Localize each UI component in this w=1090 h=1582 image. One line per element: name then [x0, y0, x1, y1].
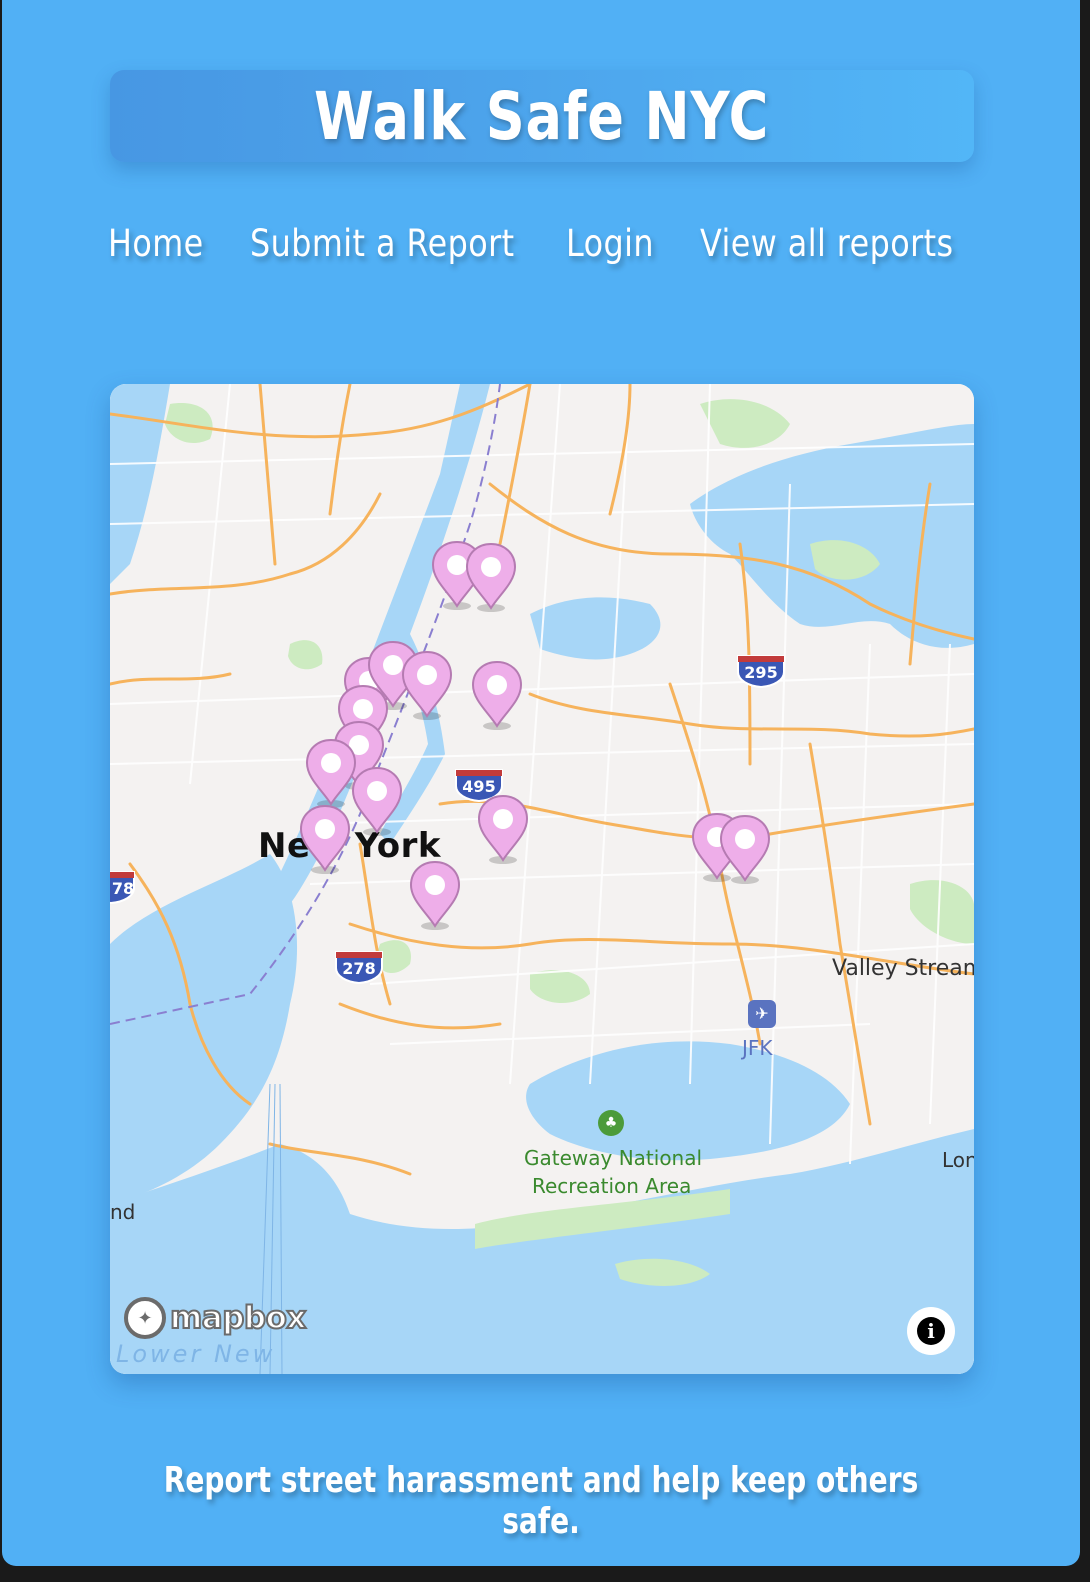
info-icon: i [917, 1317, 945, 1345]
report-marker[interactable] [400, 650, 454, 720]
report-marker[interactable] [408, 860, 462, 930]
interstate-295-shield: 295 [736, 654, 786, 689]
title-banner: Walk Safe NYC [110, 70, 974, 162]
nav-login-link[interactable]: Login [566, 222, 654, 265]
report-marker[interactable] [298, 804, 352, 874]
mapbox-logo-text: mapbox [169, 1299, 307, 1337]
park-icon: ♣ [598, 1110, 624, 1136]
map-label-jfk: JFK [742, 1036, 773, 1060]
report-marker[interactable] [718, 814, 772, 884]
main-nav: Home Submit a Report Login View all repo… [108, 222, 978, 274]
report-marker[interactable] [464, 542, 518, 612]
interstate-278-shield: 278 [334, 950, 384, 985]
tagline: Report street harassment and help keep o… [2, 1460, 1080, 1542]
report-marker[interactable] [470, 660, 524, 730]
basemap[interactable] [110, 384, 974, 1374]
site-title: Walk Safe NYC [314, 77, 770, 155]
map-label-gateway: Gateway National [524, 1146, 703, 1170]
attribution-info-button[interactable]: i [907, 1307, 955, 1355]
map-label-lower-new: Lower New [116, 1340, 276, 1368]
nav-home-link[interactable]: Home [108, 222, 204, 265]
nav-submit-report-link[interactable]: Submit a Report [250, 222, 515, 265]
map-label-recreation-area: Recreation Area [532, 1174, 692, 1198]
tagline-text: Report street harassment and help keep o… [163, 1460, 919, 1542]
interstate-278-number: 278 [342, 959, 376, 978]
page: Walk Safe NYC Home Submit a Report Login… [2, 0, 1080, 1566]
nav-view-reports-link[interactable]: View all reports [700, 222, 954, 265]
map-label-island-partial: nd [110, 1200, 136, 1224]
report-map[interactable]: New York Valley Stream JFK Gateway Natio… [110, 384, 974, 1374]
map-label-valley-stream: Valley Stream [832, 956, 974, 981]
report-marker[interactable] [476, 794, 530, 864]
map-label-long-partial: Lon [942, 1148, 974, 1172]
interstate-78-number: 78 [111, 879, 135, 898]
report-marker[interactable] [350, 766, 404, 836]
interstate-78-shield: 78 [110, 870, 136, 905]
interstate-295-number: 295 [744, 663, 778, 682]
mapbox-logo[interactable]: ✦ mapbox [124, 1294, 307, 1342]
mapbox-logo-icon: ✦ [124, 1297, 166, 1339]
airport-icon: ✈ [748, 1000, 776, 1028]
